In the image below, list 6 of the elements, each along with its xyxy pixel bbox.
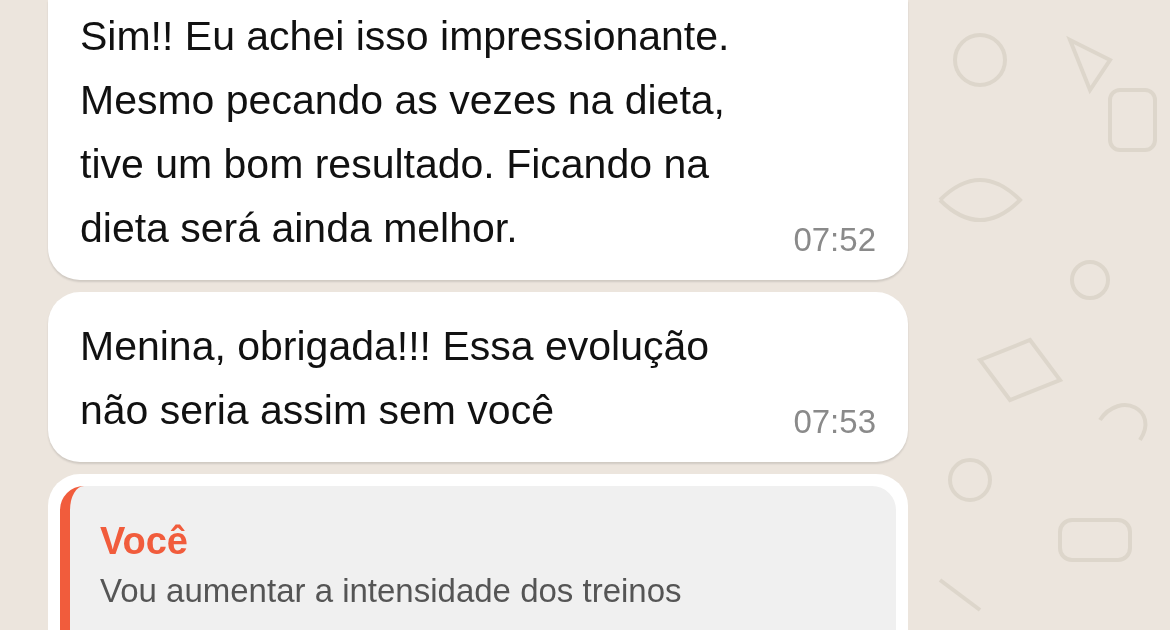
quote-text: Vou aumentar a intensidade dos treinos — [100, 574, 683, 607]
message-text: Sim!! Eu achei isso impressionante. Mesmo pecando as vezes na dieta, tive um bom resultado. Ficando na dieta será ainda melhor. — [80, 12, 730, 253]
message-text: Menina, obrigada!!! Essa evolução não seria assim sem você — [80, 322, 710, 435]
message-time: 07:52 — [793, 219, 876, 260]
quote-author: Você — [100, 522, 189, 560]
message-time: 07:53 — [793, 401, 876, 442]
